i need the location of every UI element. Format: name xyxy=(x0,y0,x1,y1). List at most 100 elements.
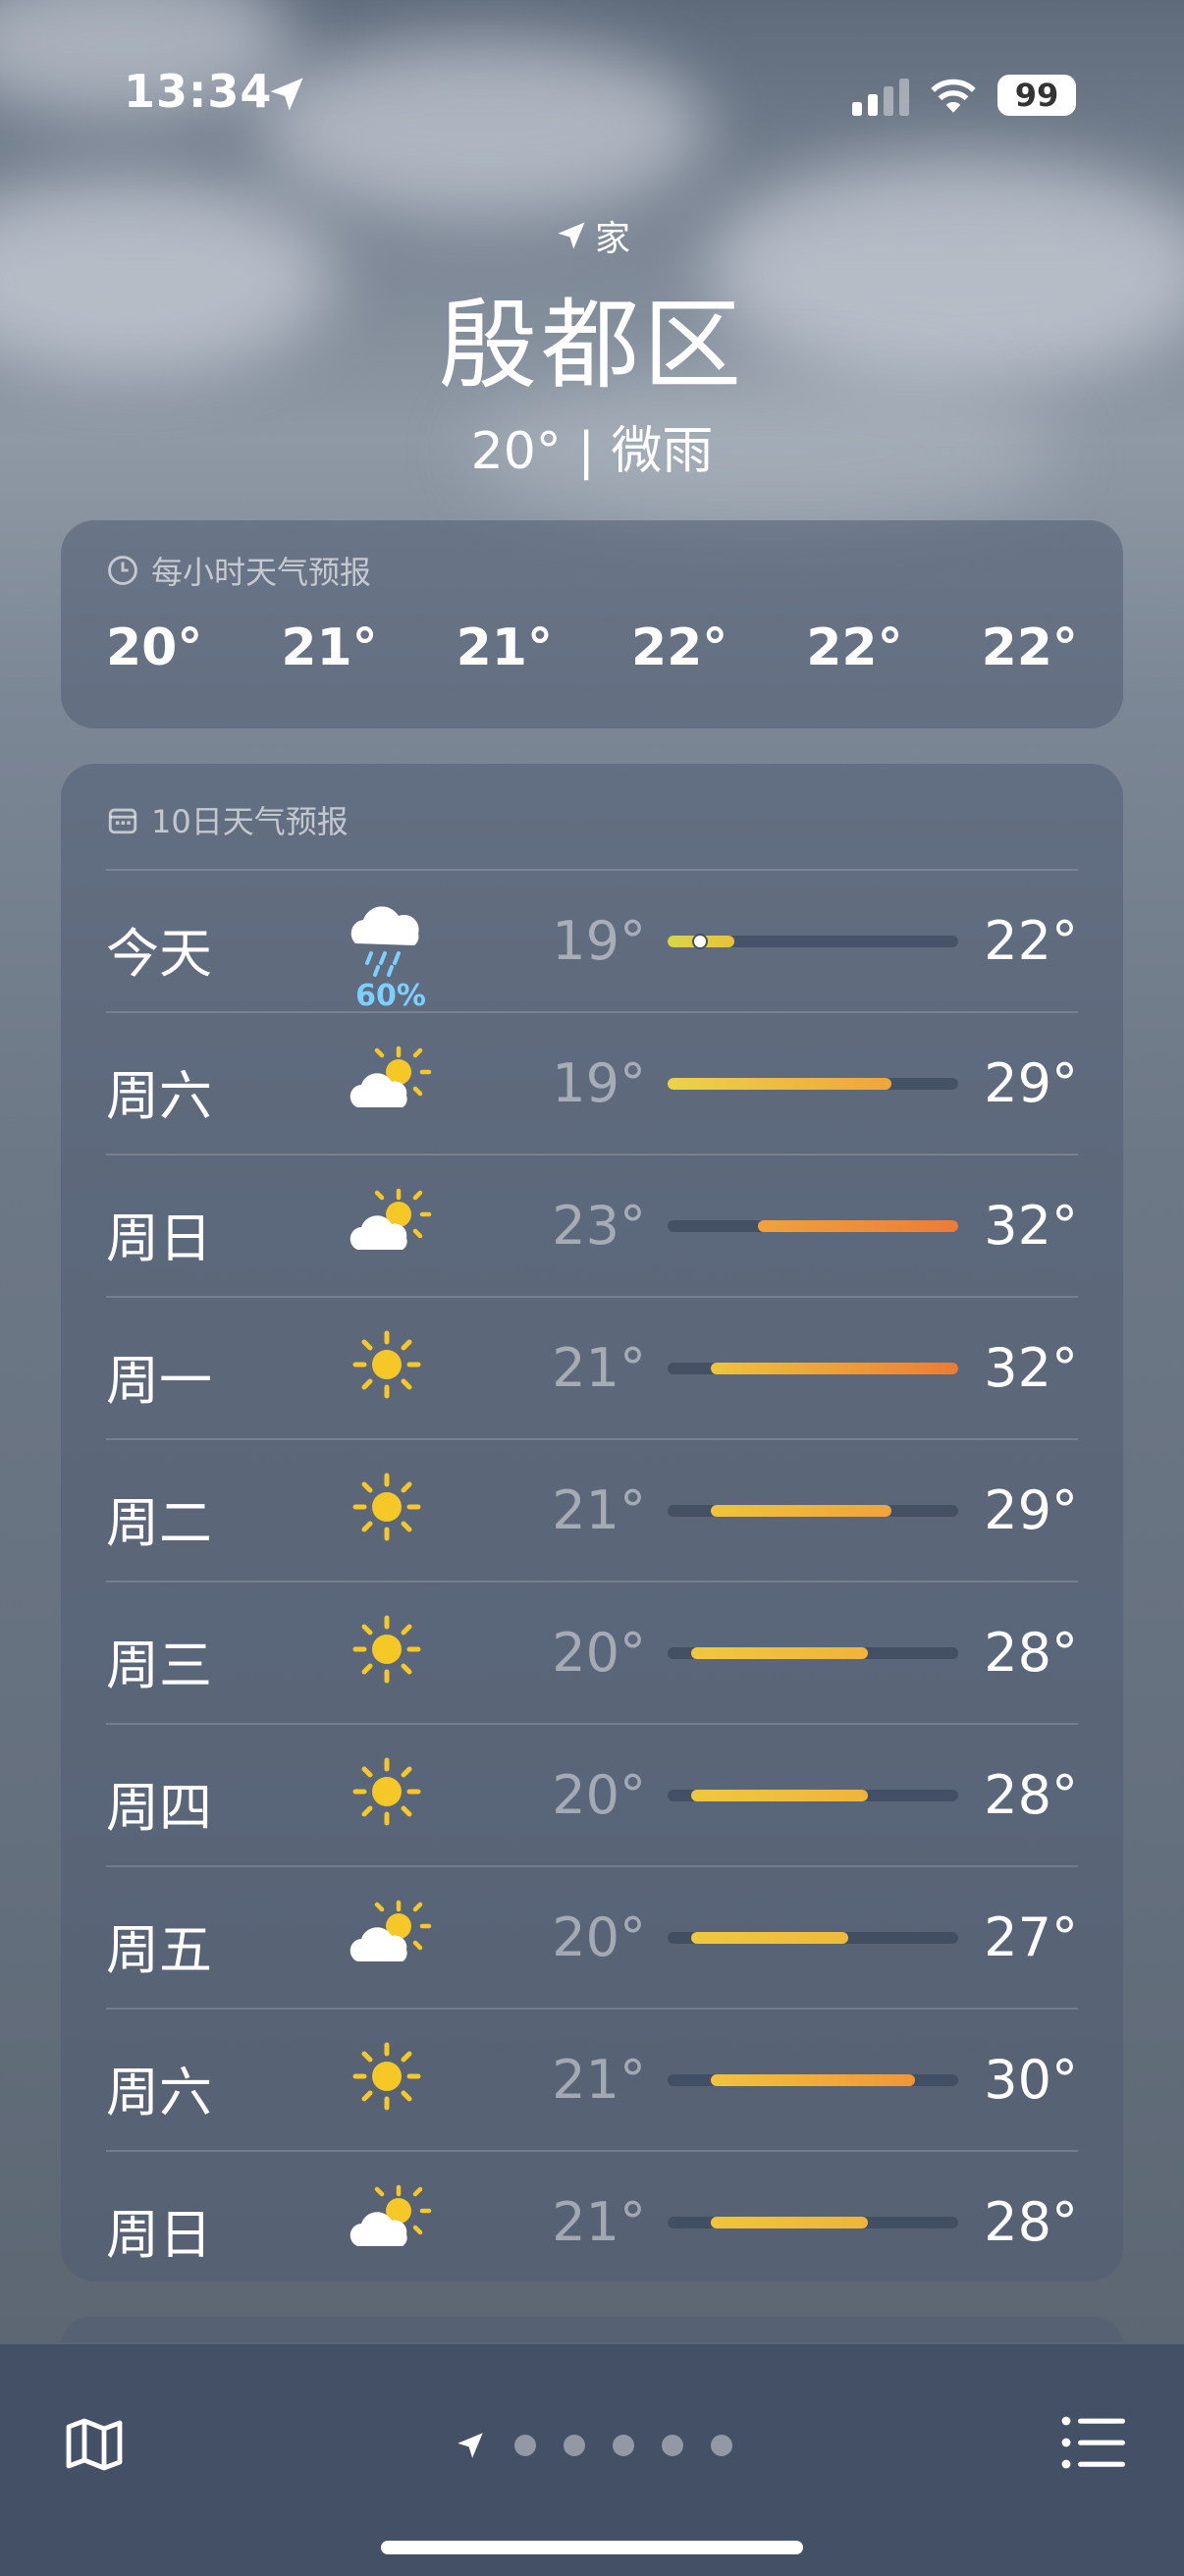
high-temp: 28° xyxy=(984,2191,1078,2253)
hourly-forecast-card[interactable]: 每小时天气预报 20° 21° 21° 22° 22° 22° xyxy=(61,520,1123,728)
sun-icon xyxy=(338,1458,436,1556)
page-dot[interactable] xyxy=(613,2435,634,2456)
location-arrow-icon xyxy=(270,78,303,111)
hourly-title-text: 每小时天气预报 xyxy=(151,554,372,591)
city-name: 殷都区 xyxy=(439,288,745,402)
temp-range-fill xyxy=(711,2217,869,2228)
location-header: 家 殷都区 20° | 微雨 xyxy=(0,210,1184,483)
low-temp: 21° xyxy=(552,1479,646,1541)
wifi-icon xyxy=(931,79,976,113)
precip-chance: 60% xyxy=(355,979,426,1013)
current-conditions: 20° | 微雨 xyxy=(470,422,714,481)
partly-sunny-icon xyxy=(338,1173,436,1271)
bottom-toolbar xyxy=(0,2342,1184,2576)
sun-icon xyxy=(338,1315,436,1414)
day-label: 今天 xyxy=(106,923,212,985)
forecast-row[interactable]: 周三 20° 28° xyxy=(106,1581,1078,1723)
forecast-row[interactable]: 周四 20° 28° xyxy=(106,1723,1078,1865)
sun-icon xyxy=(338,1600,436,1698)
daily-title-text: 10日天气预报 xyxy=(151,803,349,840)
map-icon[interactable] xyxy=(63,2413,126,2476)
day-label: 周四 xyxy=(106,1777,212,1839)
low-temp: 23° xyxy=(552,1195,646,1257)
day-label: 周六 xyxy=(106,2062,212,2123)
day-label: 周三 xyxy=(106,1635,212,1696)
forecast-row[interactable]: 周六 19° 29° xyxy=(106,1011,1078,1154)
hourly-temp: 22° xyxy=(981,618,1078,677)
temp-range-fill xyxy=(668,1078,891,1090)
location-arrow-icon xyxy=(558,222,585,249)
page-dot[interactable] xyxy=(711,2435,732,2456)
temp-range-fill xyxy=(711,1505,891,1517)
temp-range-bar xyxy=(668,1505,958,1517)
forecast-row[interactable]: 周日 23° 32° xyxy=(106,1154,1078,1296)
high-temp: 32° xyxy=(984,1195,1078,1257)
daily-card-title: 10日天气预报 xyxy=(106,797,349,842)
temp-range-bar xyxy=(668,1078,958,1090)
high-temp: 28° xyxy=(984,1764,1078,1826)
low-temp: 20° xyxy=(552,1906,646,1968)
high-temp: 30° xyxy=(984,2049,1078,2111)
day-label: 周五 xyxy=(106,1919,212,1981)
forecast-row[interactable]: 周二 21° 29° xyxy=(106,1438,1078,1581)
hourly-card-title: 每小时天气预报 xyxy=(106,548,371,593)
hourly-temp: 21° xyxy=(456,618,553,677)
forecast-row[interactable]: 今天 60% 19° 22° xyxy=(106,869,1078,1013)
low-temp: 19° xyxy=(552,1052,646,1114)
home-label: 家 xyxy=(594,219,630,259)
high-temp: 27° xyxy=(984,1906,1078,1968)
home-indicator xyxy=(381,2541,803,2554)
forecast-row[interactable]: 周五 20° 27° xyxy=(106,1865,1078,2008)
low-temp: 21° xyxy=(552,2191,646,2253)
list-icon[interactable] xyxy=(1060,2413,1125,2472)
clock-icon xyxy=(108,556,137,585)
forecast-row[interactable]: 周日 21° 28° xyxy=(106,2150,1078,2292)
low-temp: 21° xyxy=(552,1337,646,1399)
cloud-rain-icon xyxy=(338,888,436,987)
sun-icon xyxy=(338,1743,436,1841)
temp-range-fill xyxy=(690,1647,869,1659)
temp-range-bar xyxy=(668,1220,958,1232)
low-temp: 20° xyxy=(552,1764,646,1826)
high-temp: 28° xyxy=(984,1622,1078,1684)
temp-range-fill xyxy=(690,1932,848,1944)
temp-range-bar xyxy=(668,1647,958,1659)
location-arrow-icon xyxy=(457,2433,483,2458)
sun-icon xyxy=(338,2027,436,2125)
ten-day-forecast-card[interactable]: 10日天气预报 今天 60% 19° 22° 周六 19° 29° 周日 23° 32° 周一… xyxy=(61,764,1123,2281)
hourly-temps: 20° 21° 21° 22° 22° 22° xyxy=(106,618,1078,677)
day-label: 周二 xyxy=(106,1492,212,1554)
home-label-row: 家 xyxy=(0,210,1184,261)
hourly-temp: 21° xyxy=(281,618,378,677)
temp-range-bar xyxy=(668,1363,958,1374)
page-dot[interactable] xyxy=(564,2435,585,2456)
calendar-icon xyxy=(108,808,137,834)
partly-sunny-icon xyxy=(338,1885,436,1983)
forecast-row[interactable]: 周六 21° 30° xyxy=(106,2008,1078,2150)
day-label: 周一 xyxy=(106,1350,212,1412)
page-indicator[interactable] xyxy=(454,2429,732,2462)
temp-range-bar xyxy=(668,934,958,949)
high-temp: 32° xyxy=(984,1337,1078,1399)
temp-range-fill xyxy=(757,1220,958,1232)
temp-range-bar xyxy=(668,1932,958,1944)
low-temp: 19° xyxy=(552,910,646,972)
forecast-row[interactable]: 周一 21° 32° xyxy=(106,1296,1078,1438)
battery-indicator: 99 xyxy=(997,75,1076,116)
hourly-temp: 22° xyxy=(806,618,903,677)
temp-range-fill xyxy=(711,2074,915,2086)
day-label: 周日 xyxy=(106,2204,212,2266)
low-temp: 21° xyxy=(552,2049,646,2111)
status-time: 13:34 xyxy=(124,65,273,118)
partly-sunny-icon xyxy=(338,1031,436,1129)
temp-range-fill xyxy=(711,1363,958,1374)
page-dot[interactable] xyxy=(662,2435,683,2456)
current-temp-marker xyxy=(691,934,708,949)
hourly-temp: 22° xyxy=(630,618,728,677)
temp-range-bar xyxy=(668,1790,958,1801)
low-temp: 20° xyxy=(552,1622,646,1684)
high-temp: 29° xyxy=(984,1479,1078,1541)
day-label: 周六 xyxy=(106,1065,212,1127)
page-dot[interactable] xyxy=(514,2435,536,2456)
temp-range-bar xyxy=(668,2074,958,2086)
